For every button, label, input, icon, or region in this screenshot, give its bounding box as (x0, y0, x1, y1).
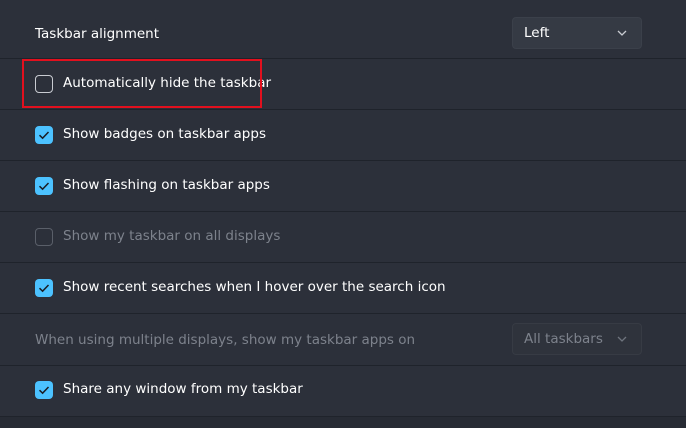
taskbar-alignment-row: Taskbar alignment Left (0, 0, 686, 58)
divider (0, 416, 686, 417)
badges-row[interactable]: Show badges on taskbar apps (0, 110, 686, 160)
flashing-label: Show flashing on taskbar apps (63, 177, 270, 193)
multi-display-dropdown: All taskbars (512, 323, 642, 355)
taskbar-alignment-label: Taskbar alignment (35, 26, 160, 42)
all-displays-label: Show my taskbar on all displays (63, 228, 281, 244)
multi-display-label: When using multiple displays, show my ta… (35, 332, 416, 348)
share-window-row[interactable]: Share any window from my taskbar (0, 366, 686, 416)
highlight-box (22, 59, 262, 108)
taskbar-alignment-value: Left (524, 25, 550, 41)
recent-searches-label: Show recent searches when I hover over t… (63, 279, 446, 295)
chevron-down-icon (617, 30, 627, 36)
all-displays-row: Show my taskbar on all displays (0, 212, 686, 262)
checkmark-icon (38, 386, 50, 395)
share-window-label: Share any window from my taskbar (63, 381, 303, 397)
badges-checkbox[interactable] (35, 126, 53, 144)
chevron-down-icon (617, 336, 627, 342)
share-window-checkbox[interactable] (35, 381, 53, 399)
multi-display-row: When using multiple displays, show my ta… (0, 314, 686, 365)
badges-label: Show badges on taskbar apps (63, 126, 266, 142)
taskbar-behaviors-panel: Taskbar alignment Left Automatically hid… (0, 0, 686, 428)
checkmark-icon (38, 182, 50, 191)
flashing-checkbox[interactable] (35, 177, 53, 195)
taskbar-alignment-dropdown[interactable]: Left (512, 17, 642, 49)
recent-searches-checkbox[interactable] (35, 279, 53, 297)
multi-display-value: All taskbars (524, 331, 603, 347)
all-displays-checkbox (35, 228, 53, 246)
flashing-row[interactable]: Show flashing on taskbar apps (0, 161, 686, 211)
recent-searches-row[interactable]: Show recent searches when I hover over t… (0, 263, 686, 313)
checkmark-icon (38, 284, 50, 293)
checkmark-icon (38, 131, 50, 140)
